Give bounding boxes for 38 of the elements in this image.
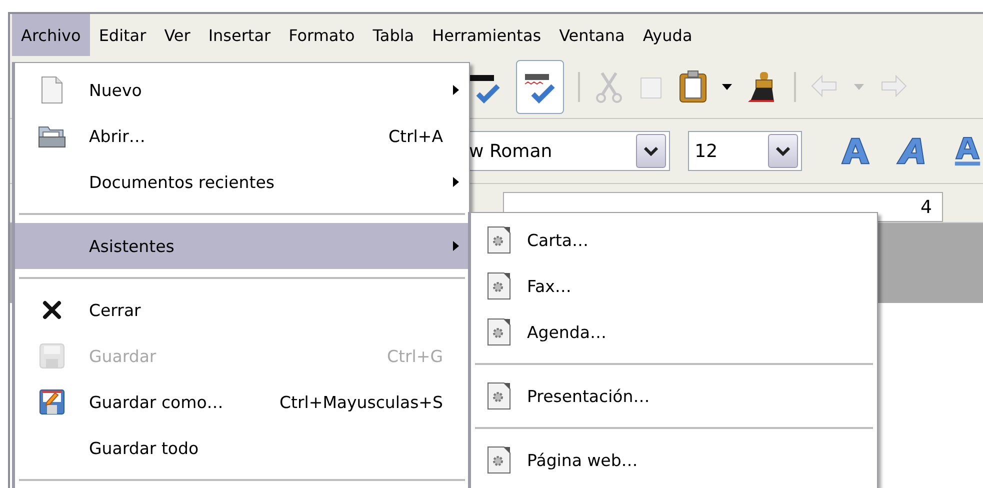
clipboard-icon[interactable] [678,70,708,104]
menu-bar-item[interactable]: Herramientas [423,14,550,56]
menu-bar-item[interactable]: Ventana [550,14,634,56]
autospellcheck-button[interactable] [516,60,564,114]
wizard-document-icon [487,226,511,254]
menu-bar-item[interactable]: Tabla [364,14,424,56]
font-size-field[interactable]: 12 [688,131,802,171]
menu-bar-item[interactable]: Editar [90,14,156,56]
chevron-down-icon [644,146,658,156]
wizard-document-icon [487,318,511,346]
menu-item[interactable]: Cerrar [15,287,469,333]
menu-item[interactable]: Agenda… [471,309,877,355]
menu-bar-item[interactable]: Formato [280,14,364,56]
dropdown-arrow-icon[interactable] [722,84,732,90]
menu-item[interactable]: Página web… [471,437,877,483]
menu-bar-item[interactable]: Ayuda [634,14,702,56]
blank-page-icon [40,76,64,104]
shortcut-text: Ctrl+A [388,126,443,146]
underline-icon[interactable] [952,135,983,167]
shortcut-text: Ctrl+G [386,346,443,366]
menu-item[interactable]: Guardar todo [15,425,469,471]
wizard-document-icon [487,446,511,474]
menu-bar-item[interactable]: Ver [155,14,200,56]
shortcut-text: Ctrl+Mayusculas+S [278,392,443,412]
close-icon [42,300,62,320]
menu-item[interactable]: Nuevo [15,67,469,113]
menu-item[interactable]: Fax… [471,263,877,309]
menu-item[interactable]: Presentación… [471,373,877,419]
ruler-number: 4 [920,196,932,218]
menu-item[interactable]: Guardar como… Ctrl+Mayusculas+S [15,379,469,425]
menu-item[interactable]: Asistentes [15,223,469,269]
chevron-down-icon [776,146,790,156]
floppy-disk-pencil-icon [39,389,65,415]
menu-item[interactable]: Carta… [471,217,877,263]
menu-bar-item[interactable]: Insertar [199,14,280,56]
wizard-document-icon [487,382,511,410]
wizard-document-icon [487,272,511,300]
menu-bar-item[interactable]: Archivo [12,14,90,56]
